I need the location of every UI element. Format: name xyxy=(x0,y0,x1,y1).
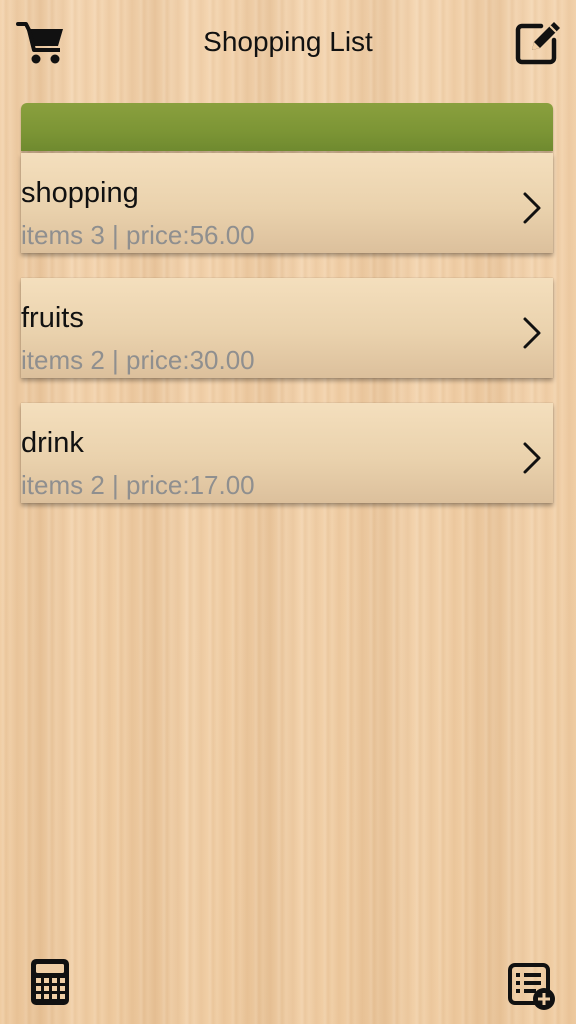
list-item-meta: items 3 | price:56.00 xyxy=(21,220,255,250)
calculator-icon xyxy=(31,959,69,1005)
edit-button[interactable] xyxy=(514,18,562,66)
list-header-bar xyxy=(21,103,553,151)
chevron-right-icon xyxy=(523,317,541,349)
edit-icon xyxy=(515,22,560,65)
list-item-meta: items 2 | price:30.00 xyxy=(21,345,255,375)
list-item-meta: items 2 | price:17.00 xyxy=(21,470,255,500)
add-list-button[interactable] xyxy=(508,962,556,1010)
list-item[interactable]: fruits items 2 | price:30.00 xyxy=(21,278,553,378)
chevron-right-icon xyxy=(523,192,541,224)
calculator-button[interactable] xyxy=(30,958,70,1006)
list-item-name: fruits xyxy=(21,302,84,334)
chevron-right-icon xyxy=(523,442,541,474)
add-list-icon xyxy=(508,963,555,1010)
list-item[interactable]: drink items 2 | price:17.00 xyxy=(21,403,553,503)
list-item-name: shopping xyxy=(21,177,139,209)
list-item-name: drink xyxy=(21,427,84,459)
list-item[interactable]: shopping items 3 | price:56.00 xyxy=(21,153,553,253)
shopping-lists: shopping items 3 | price:56.00 fruits it… xyxy=(21,103,553,503)
top-bar: Shopping List xyxy=(0,0,576,88)
page-title: Shopping List xyxy=(203,26,373,57)
